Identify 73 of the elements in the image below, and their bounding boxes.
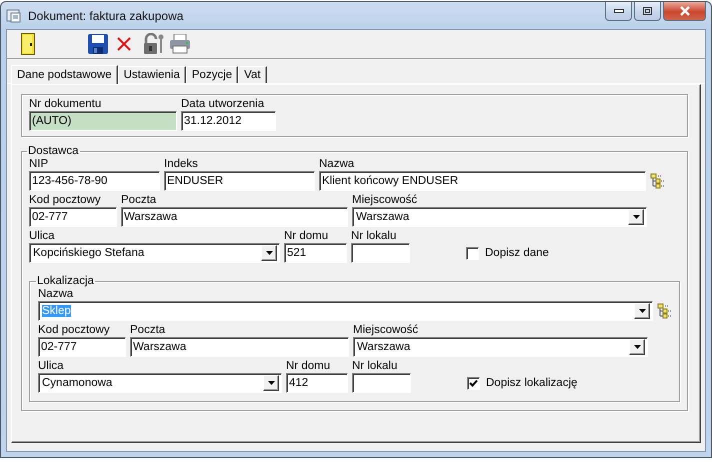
maximize-button[interactable] — [634, 2, 661, 21]
field-label: Kod pocztowy — [29, 193, 102, 207]
tab[interactable]: Dane podstawowe — [11, 65, 118, 84]
tree-button[interactable] — [657, 302, 671, 320]
dropdown-button[interactable] — [629, 339, 645, 355]
padlock-key-icon — [143, 33, 165, 55]
field-label: Nazwa — [319, 157, 356, 171]
field-label: Ulica — [38, 359, 65, 373]
caret-icon — [638, 309, 646, 313]
window-title: Dokument: faktura zakupowa — [28, 8, 184, 22]
text-field[interactable]: 123-456-78-90 — [29, 171, 160, 191]
tree-button[interactable] — [650, 172, 666, 190]
caret-icon — [266, 251, 272, 255]
group-title: Lokalizacja — [36, 275, 95, 287]
tree-icon — [650, 173, 664, 189]
text-field[interactable]: Warszawa — [130, 337, 349, 357]
caret-icon — [634, 345, 640, 349]
tree-icon — [657, 303, 671, 319]
checkbox-label: Dopisz lokalizację — [486, 377, 578, 389]
text-field[interactable]: 02-777 — [29, 207, 117, 227]
dropdown-field[interactable]: Cynamonowa — [38, 373, 282, 393]
dropdown-field[interactable]: Warszawa — [353, 337, 648, 357]
dropdown-button[interactable] — [628, 209, 644, 225]
minimize-icon — [614, 9, 624, 13]
close-icon — [678, 6, 690, 16]
text-field[interactable]: 02-777 — [38, 337, 126, 357]
field-label: Nr lokalu — [351, 229, 398, 243]
field-label: Nr domu — [286, 359, 332, 373]
printer-icon — [169, 34, 191, 54]
field-label: NIP — [29, 157, 50, 171]
field-label: Poczta — [121, 193, 158, 207]
field-label: Miejscowość — [352, 193, 418, 207]
floppy-icon — [88, 34, 108, 54]
text-field[interactable]: 412 — [286, 373, 348, 393]
field-label: Kod pocztowy — [38, 323, 111, 337]
checkbox-label: Dopisz dane — [485, 247, 549, 259]
checkbox[interactable] — [466, 246, 479, 260]
text-field[interactable]: Klient końcowy ENDUSER — [319, 171, 646, 191]
dropdown-button[interactable] — [261, 245, 277, 261]
checkbox[interactable] — [467, 376, 480, 390]
group-title: Dostawca — [27, 145, 80, 157]
tab[interactable]: Pozycje — [186, 66, 238, 83]
door-icon — [21, 33, 35, 55]
text-field[interactable] — [351, 243, 410, 263]
tab[interactable]: Ustawienia — [118, 66, 186, 83]
dropdown-button[interactable] — [263, 375, 279, 391]
maximize-icon — [643, 7, 652, 15]
field-label: Poczta — [130, 323, 166, 337]
text-field[interactable]: (AUTO) — [29, 111, 177, 131]
text-field[interactable]: 31.12.2012 — [181, 111, 276, 131]
dropdown-field[interactable]: Kopcińskiego Stefana — [29, 243, 280, 263]
close-icon — [116, 36, 132, 52]
caret-icon — [632, 215, 640, 219]
tab[interactable]: Vat — [238, 66, 267, 83]
field-label: Data utworzenia — [181, 97, 266, 111]
caret-icon — [268, 381, 274, 385]
dropdown-field[interactable]: Warszawa — [352, 207, 647, 227]
field-label: Miejscowość — [353, 323, 420, 337]
dropdown-button[interactable] — [634, 303, 650, 319]
text-field[interactable]: ENDUSER — [164, 171, 315, 191]
field-label: Nr dokumentu — [29, 97, 102, 111]
field-label: Indeks — [164, 157, 199, 171]
text-field[interactable]: Warszawa — [121, 207, 348, 227]
app-icon — [6, 8, 22, 24]
text-field[interactable]: 521 — [284, 243, 347, 263]
field-label: Ulica — [29, 229, 56, 243]
field-label: Nazwa — [38, 287, 74, 301]
minimize-button[interactable] — [605, 2, 632, 21]
save-button[interactable] — [85, 31, 111, 57]
close-button[interactable] — [663, 2, 706, 21]
field-label: Nr lokalu — [352, 359, 398, 373]
field-label: Nr domu — [284, 229, 330, 243]
text-field[interactable] — [352, 373, 411, 393]
